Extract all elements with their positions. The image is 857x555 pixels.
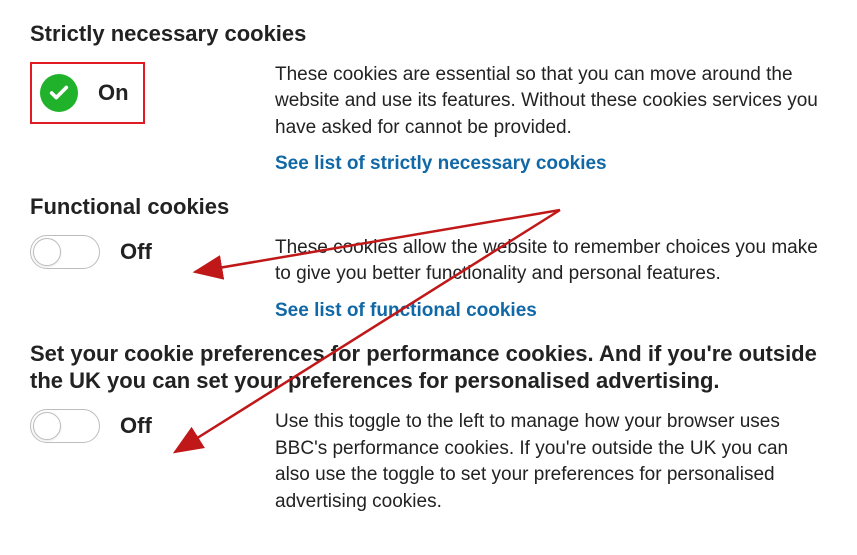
functional-desc: These cookies allow the website to remem…: [275, 235, 827, 288]
strict-body: On These cookies are essential so that y…: [30, 62, 827, 142]
toggle-knob-icon: [33, 412, 61, 440]
performance-desc: Use this toggle to the left to manage ho…: [275, 409, 827, 515]
performance-section: Set your cookie preferences for performa…: [30, 340, 827, 515]
strict-highlight-box: On: [30, 62, 145, 124]
toggle-knob-icon: [33, 238, 61, 266]
functional-control: Off: [30, 235, 275, 269]
strict-title: Strictly necessary cookies: [30, 20, 827, 48]
strict-link[interactable]: See list of strictly necessary cookies: [275, 153, 827, 175]
performance-body: Off Use this toggle to the left to manag…: [30, 409, 827, 515]
strict-section: Strictly necessary cookies On These cook…: [30, 20, 827, 175]
strict-control: On: [30, 62, 275, 124]
check-circle-icon: [40, 74, 78, 112]
functional-title: Functional cookies: [30, 193, 827, 221]
functional-body: Off These cookies allow the website to r…: [30, 235, 827, 288]
performance-control: Off: [30, 409, 275, 443]
performance-toggle[interactable]: [30, 409, 100, 443]
functional-section: Functional cookies Off These cookies all…: [30, 193, 827, 322]
functional-toggle[interactable]: [30, 235, 100, 269]
strict-state-label: On: [98, 80, 129, 106]
performance-title: Set your cookie preferences for performa…: [30, 340, 827, 395]
functional-state-label: Off: [120, 239, 152, 265]
strict-desc: These cookies are essential so that you …: [275, 62, 827, 142]
performance-state-label: Off: [120, 413, 152, 439]
functional-link[interactable]: See list of functional cookies: [275, 300, 827, 322]
